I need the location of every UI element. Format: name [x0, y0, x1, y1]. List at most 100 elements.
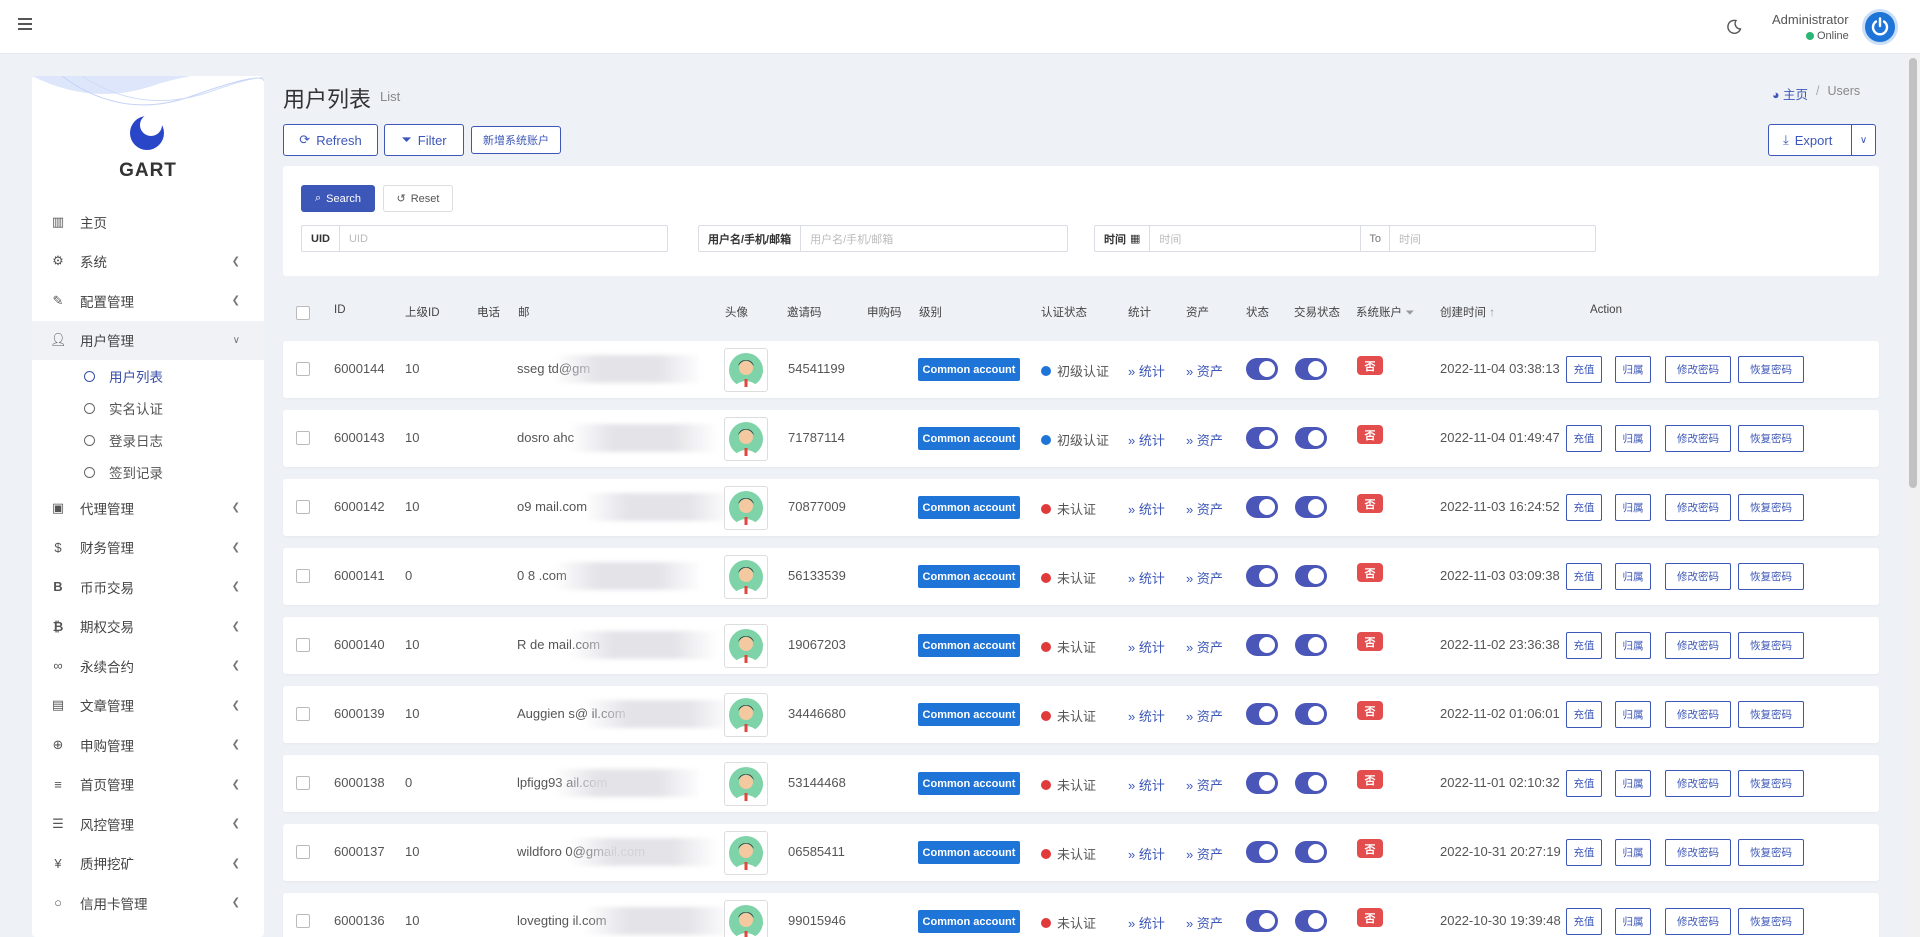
stats-link[interactable]: » 统计: [1128, 706, 1165, 725]
change-password-button[interactable]: 修改密码: [1665, 632, 1731, 659]
dark-mode-icon[interactable]: [1726, 19, 1742, 35]
recharge-button[interactable]: 充值: [1566, 632, 1602, 659]
trade-status-toggle[interactable]: [1295, 565, 1327, 587]
user-avatar[interactable]: [724, 693, 768, 737]
change-password-button[interactable]: 修改密码: [1665, 770, 1731, 797]
recharge-button[interactable]: 充值: [1566, 563, 1602, 590]
trade-status-toggle[interactable]: [1295, 772, 1327, 794]
change-password-button[interactable]: 修改密码: [1665, 425, 1731, 452]
reset-password-button[interactable]: 恢复密码: [1738, 839, 1804, 866]
change-password-button[interactable]: 修改密码: [1665, 356, 1731, 383]
attribution-button[interactable]: 归属: [1615, 701, 1651, 728]
trade-status-toggle[interactable]: [1295, 427, 1327, 449]
refresh-button[interactable]: ⟳ Refresh: [283, 124, 378, 156]
user-avatar[interactable]: [724, 348, 768, 392]
sidebar-item-subscription[interactable]: ⊕ 申购管理 ❮: [32, 725, 264, 765]
reset-password-button[interactable]: 恢复密码: [1738, 356, 1804, 383]
change-password-button[interactable]: 修改密码: [1665, 563, 1731, 590]
change-password-button[interactable]: 修改密码: [1665, 908, 1731, 935]
reset-password-button[interactable]: 恢复密码: [1738, 770, 1804, 797]
assets-link[interactable]: » 资产: [1186, 775, 1223, 794]
export-button[interactable]: ⤓ Export ∨: [1768, 124, 1876, 156]
recharge-button[interactable]: 充值: [1566, 839, 1602, 866]
trade-status-toggle[interactable]: [1295, 703, 1327, 725]
recharge-button[interactable]: 充值: [1566, 770, 1602, 797]
user-avatar[interactable]: [724, 555, 768, 599]
row-checkbox[interactable]: [296, 845, 310, 859]
sidebar-item-finance[interactable]: $ 财务管理 ❮: [32, 528, 264, 568]
change-password-button[interactable]: 修改密码: [1665, 839, 1731, 866]
reset-password-button[interactable]: 恢复密码: [1738, 908, 1804, 935]
sidebar-item-credit-card[interactable]: ○ 信用卡管理 ❮: [32, 883, 264, 923]
recharge-button[interactable]: 充值: [1566, 701, 1602, 728]
sidebar-item-user-management[interactable]: 👤︎ 用户管理 ∨: [32, 320, 264, 360]
user-avatar[interactable]: [724, 831, 768, 875]
filter-icon[interactable]: ⏷: [1405, 307, 1414, 319]
change-password-button[interactable]: 修改密码: [1665, 701, 1731, 728]
stats-link[interactable]: » 统计: [1128, 499, 1165, 518]
status-toggle[interactable]: [1246, 358, 1278, 380]
sidebar-subitem-login-log[interactable]: 登录日志: [32, 424, 264, 456]
sidebar-item-config[interactable]: ✎ 配置管理 ❮: [32, 281, 264, 321]
reset-button[interactable]: ↺ Reset: [383, 185, 453, 212]
time-range-field[interactable]: 时间 ▦ 时间 To 时间: [1094, 225, 1596, 252]
status-toggle[interactable]: [1246, 772, 1278, 794]
sidebar-item-homepage[interactable]: ≡ 首页管理 ❮: [32, 765, 264, 805]
row-checkbox[interactable]: [296, 362, 310, 376]
trade-status-toggle[interactable]: [1295, 634, 1327, 656]
user-avatar[interactable]: [724, 486, 768, 530]
status-toggle[interactable]: [1246, 496, 1278, 518]
attribution-button[interactable]: 归属: [1615, 425, 1651, 452]
stats-link[interactable]: » 统计: [1128, 913, 1165, 932]
assets-link[interactable]: » 资产: [1186, 913, 1223, 932]
reset-password-button[interactable]: 恢复密码: [1738, 563, 1804, 590]
reset-password-button[interactable]: 恢复密码: [1738, 632, 1804, 659]
reset-password-button[interactable]: 恢复密码: [1738, 701, 1804, 728]
attribution-button[interactable]: 归属: [1615, 356, 1651, 383]
assets-link[interactable]: » 资产: [1186, 568, 1223, 587]
user-avatar[interactable]: [724, 624, 768, 668]
page-scrollbar[interactable]: [1906, 54, 1920, 937]
sidebar-item-options[interactable]: ₿ 期权交易 ❮: [32, 607, 264, 647]
row-checkbox[interactable]: [296, 500, 310, 514]
user-search-field[interactable]: 用户名/手机/邮箱 用户名/手机/邮箱: [698, 225, 1068, 252]
attribution-button[interactable]: 归属: [1615, 494, 1651, 521]
attribution-button[interactable]: 归属: [1615, 770, 1651, 797]
status-toggle[interactable]: [1246, 841, 1278, 863]
stats-link[interactable]: » 统计: [1128, 361, 1165, 380]
reset-password-button[interactable]: 恢复密码: [1738, 494, 1804, 521]
user-name[interactable]: Administrator: [1772, 12, 1849, 27]
row-checkbox[interactable]: [296, 431, 310, 445]
sidebar-subitem-user-list[interactable]: 用户列表: [32, 360, 264, 392]
sidebar-item-risk[interactable]: ☰ 风控管理 ❮: [32, 804, 264, 844]
sidebar-item-system[interactable]: ⚙ 系统 ❮: [32, 242, 264, 282]
assets-link[interactable]: » 资产: [1186, 361, 1223, 380]
trade-status-toggle[interactable]: [1295, 358, 1327, 380]
reset-password-button[interactable]: 恢复密码: [1738, 425, 1804, 452]
row-checkbox[interactable]: [296, 707, 310, 721]
new-system-account-button[interactable]: 新增系统账户: [471, 126, 561, 154]
sidebar-subitem-real-name[interactable]: 实名认证: [32, 392, 264, 424]
stats-link[interactable]: » 统计: [1128, 637, 1165, 656]
trade-status-toggle[interactable]: [1295, 910, 1327, 932]
recharge-button[interactable]: 充值: [1566, 425, 1602, 452]
stats-link[interactable]: » 统计: [1128, 568, 1165, 587]
trade-status-toggle[interactable]: [1295, 841, 1327, 863]
stats-link[interactable]: » 统计: [1128, 430, 1165, 449]
menu-toggle-icon[interactable]: [18, 18, 32, 30]
sidebar-item-agent[interactable]: ▣ 代理管理 ❮: [32, 488, 264, 528]
user-avatar[interactable]: [724, 900, 768, 937]
scrollbar-thumb[interactable]: [1909, 58, 1917, 488]
user-search-input[interactable]: 用户名/手机/邮箱: [801, 231, 893, 247]
change-password-button[interactable]: 修改密码: [1665, 494, 1731, 521]
stats-link[interactable]: » 统计: [1128, 844, 1165, 863]
assets-link[interactable]: » 资产: [1186, 844, 1223, 863]
status-toggle[interactable]: [1246, 910, 1278, 932]
row-checkbox[interactable]: [296, 638, 310, 652]
breadcrumb-home[interactable]: ◕ 主页: [1772, 84, 1808, 103]
sidebar-subitem-checkin[interactable]: 签到记录: [32, 456, 264, 488]
status-toggle[interactable]: [1246, 703, 1278, 725]
assets-link[interactable]: » 资产: [1186, 430, 1223, 449]
attribution-button[interactable]: 归属: [1615, 839, 1651, 866]
sidebar-item-articles[interactable]: ▤ 文章管理 ❮: [32, 686, 264, 726]
